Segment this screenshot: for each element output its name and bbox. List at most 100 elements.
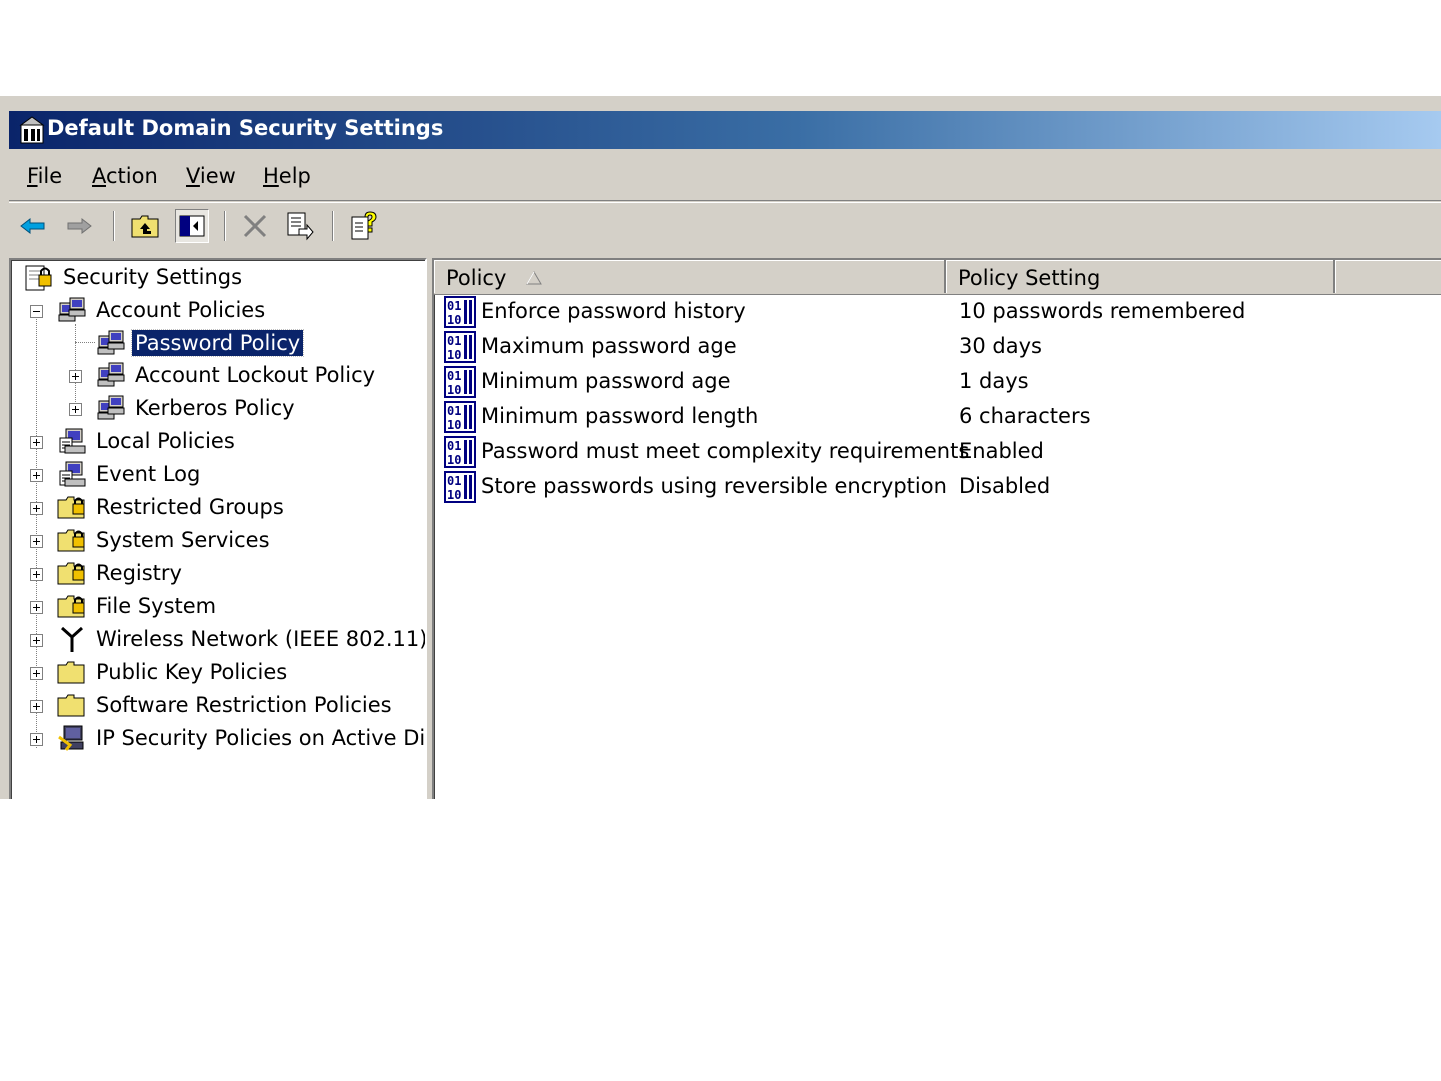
toolbar-separator [113,211,115,241]
locked-folder-icon [57,496,85,519]
menu-help[interactable]: Help [263,164,311,188]
security-settings-app-icon [19,116,45,144]
help-icon[interactable] [348,210,380,242]
tree-item-label: Restricted Groups [96,495,284,519]
tree-item-label: Wireless Network (IEEE 802.11) Policies [96,627,427,651]
table-row[interactable]: 01 10 Maximum password age 30 days [442,330,1441,364]
policy-setting-icon: 0110 [444,331,476,363]
back-arrow-icon[interactable] [17,210,49,242]
policy-computers-icon [97,362,125,387]
tree-item-label: Public Key Policies [96,660,288,684]
expand-toggle[interactable] [69,403,82,416]
show-hide-console-tree-icon[interactable] [175,209,209,243]
policy-computers-icon [97,395,125,420]
policy-setting-value: 10 passwords remembered [959,299,1246,323]
tree-item-label: Account Policies [96,298,266,322]
policy-name: Minimum password age [481,369,731,393]
policy-setting-value: 6 characters [959,404,1091,428]
svg-text:01: 01 [447,334,461,348]
expand-toggle[interactable] [30,667,43,680]
table-row[interactable]: 01 10 Enforce password history 10 passwords… [442,295,1441,329]
delete-icon[interactable] [239,210,271,242]
expand-toggle[interactable] [30,436,43,449]
column-header-label: Policy Setting [958,266,1101,290]
expand-toggle[interactable] [30,634,43,647]
tree-line [75,324,76,412]
svg-text:01: 01 [447,404,461,418]
policy-setting-icon: 0110 [444,436,476,468]
policy-name: Minimum password length [481,404,759,428]
table-row[interactable]: 01 10 Minimum password length 6 characters [442,400,1441,434]
tree-item-label: Event Log [96,462,201,486]
export-list-icon[interactable] [284,210,316,242]
policy-computers-icon [58,297,86,322]
tree-item-label: File System [96,594,217,618]
sort-ascending-icon [526,271,542,285]
table-row[interactable]: 01 10 Store passwords using reversible enc… [442,470,1441,504]
column-header-policy-setting[interactable]: Policy Setting [946,260,1335,293]
menu-file[interactable]: File [27,164,62,188]
expand-toggle[interactable] [30,535,43,548]
svg-text:10: 10 [447,348,461,362]
menu-action[interactable]: Action [92,164,158,188]
tree-item-label: Software Restriction Policies [96,693,392,717]
console-tree[interactable]: Security Settings Account Policies Passw… [9,258,427,799]
folder-icon [57,694,85,717]
locked-folder-icon [57,529,85,552]
toolbar-separator [224,211,226,241]
locked-folder-icon [57,562,85,585]
antenna-icon [60,626,84,652]
tree-item-label: Local Policies [96,429,235,453]
folder-icon [57,661,85,684]
table-row[interactable]: 01 10 Minimum password age 1 days [442,365,1441,399]
policy-computer-icon [59,428,86,454]
expand-toggle[interactable] [30,700,43,713]
policy-setting-icon: 0110 [444,366,476,398]
title-bar[interactable]: Default Domain Security Settings [9,111,1441,149]
policy-name: Enforce password history [481,299,746,323]
tree-item-label: Kerberos Policy [135,396,295,420]
details-pane[interactable]: Policy Policy Setting 01 10 Enforce passwo… [432,258,1441,799]
svg-text:10: 10 [447,383,461,397]
svg-text:01: 01 [447,474,461,488]
up-one-level-icon[interactable] [129,210,161,242]
column-header-label: Policy [446,266,507,290]
tree-line [36,308,37,748]
window-title: Default Domain Security Settings [47,116,444,140]
ip-security-icon [58,725,84,751]
table-row[interactable]: 01 10 Password must meet complexity requir… [442,435,1441,469]
policy-name: Password must meet complexity requiremen… [481,439,970,463]
policy-setting-icon: 0110 [444,401,476,433]
expand-toggle[interactable] [69,370,82,383]
tree-item-label: Security Settings [63,265,243,289]
tree-line [75,342,95,343]
policy-setting-value: Enabled [959,439,1044,463]
menu-view[interactable]: View [186,164,236,188]
policy-setting-icon: 0110 [444,296,476,328]
expand-toggle[interactable] [30,601,43,614]
toolbar [9,202,1441,249]
policy-name: Maximum password age [481,334,737,358]
policy-computer-icon [59,461,86,487]
svg-text:01: 01 [447,369,461,383]
expand-toggle[interactable] [30,502,43,515]
svg-text:10: 10 [447,488,461,502]
policy-setting-value: 1 days [959,369,1029,393]
forward-arrow-icon[interactable] [63,210,95,242]
column-header-empty[interactable] [1335,260,1441,293]
expand-toggle[interactable] [30,568,43,581]
tree-item-label: Password Policy [130,329,305,357]
svg-text:10: 10 [447,313,461,327]
tree-item-label: Account Lockout Policy [135,363,376,387]
security-settings-icon [25,265,52,291]
policy-name: Store passwords using reversible encrypt… [481,474,947,498]
list-header: Policy Policy Setting [434,260,1441,295]
expand-toggle[interactable] [30,733,43,746]
expand-toggle[interactable] [30,469,43,482]
column-header-policy[interactable]: Policy [434,260,946,293]
svg-text:01: 01 [447,439,461,453]
collapse-toggle[interactable] [30,305,43,318]
policy-setting-value: Disabled [959,474,1051,498]
mmc-window: Default Domain Security Settings File Ac… [0,96,1441,799]
policy-computers-icon [97,330,125,355]
